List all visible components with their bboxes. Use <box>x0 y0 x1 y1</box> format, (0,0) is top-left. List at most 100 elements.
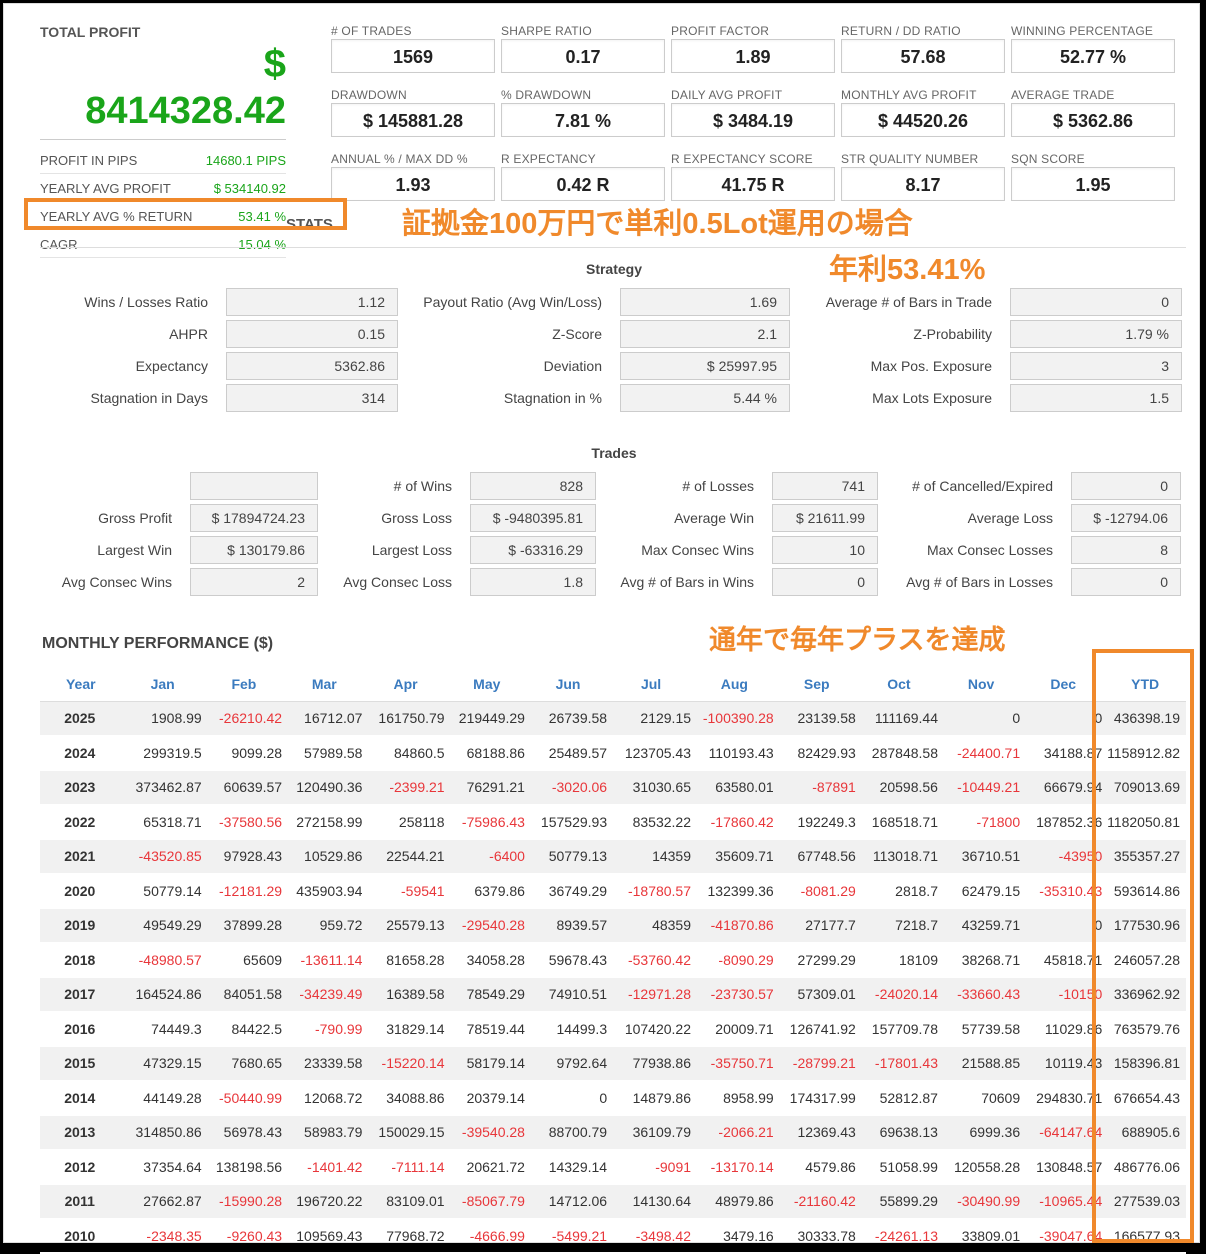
month-value-cell: 161750.79 <box>364 701 447 737</box>
month-value-cell: 38268.71 <box>939 942 1023 978</box>
month-value-cell: -35750.71 <box>693 1046 776 1082</box>
month-value-cell: 36749.29 <box>526 873 610 909</box>
trades-field-value: 0 <box>1071 568 1181 596</box>
year-cell: 2016 <box>40 1011 122 1047</box>
metric-value: $ 145881.28 <box>331 103 495 137</box>
total-profit-label: TOTAL PROFIT <box>40 24 141 40</box>
month-value-cell: 36109.79 <box>609 1115 694 1151</box>
month-value-cell: -71800 <box>939 804 1023 840</box>
month-value-cell: -17860.42 <box>693 804 776 840</box>
month-value-cell: 23339.58 <box>284 1046 365 1082</box>
month-value-cell: 22544.21 <box>364 839 447 875</box>
month-value-cell: 14130.64 <box>609 1184 694 1220</box>
month-value-cell: 174317.99 <box>775 1080 858 1116</box>
strategy-field-value: 0.15 <box>226 320 398 348</box>
month-value-cell: 60639.57 <box>203 770 285 806</box>
month-value-cell: 14499.3 <box>526 1011 610 1047</box>
month-value-cell: -33660.43 <box>939 977 1023 1013</box>
month-value-cell: 48979.86 <box>693 1184 776 1220</box>
profit-summary-value: 15.04 % <box>238 237 286 252</box>
month-value-cell: 272158.99 <box>284 804 365 840</box>
metric-value: 1.93 <box>331 167 495 201</box>
metric-card: R EXPECTANCY 0.42 R <box>501 152 665 201</box>
strategy-field-value: 3 <box>1010 352 1182 380</box>
strategy-field-value: 5362.86 <box>226 352 398 380</box>
strategy-title: Strategy <box>585 261 643 277</box>
month-value-cell: 50779.14 <box>121 873 204 909</box>
trades-field-value: 8 <box>1071 536 1181 564</box>
trades-field-value: 2 <box>190 568 318 596</box>
total-profit-value: 8414328.42 <box>85 90 286 132</box>
month-value-cell: 126741.92 <box>775 1011 858 1047</box>
metric-card: STR QUALITY NUMBER 8.17 <box>841 152 1005 201</box>
table-row: 2011 27662.87 -15990.28 196720.22 83109.01 -8… <box>40 1184 1186 1220</box>
metric-label: R EXPECTANCY SCORE <box>671 152 813 166</box>
month-value-cell: 20009.71 <box>693 1011 776 1047</box>
metric-value: 41.75 R <box>671 167 835 201</box>
month-value-cell: -53760.42 <box>609 942 694 978</box>
profit-summary-row: PROFIT IN PIPS 14680.1 PIPS <box>40 147 286 174</box>
annotation-margin-note: 証拠金100万円で単利0.5Lot運用の場合 <box>402 208 913 240</box>
trades-field-value: 10 <box>772 536 878 564</box>
metric-label: R EXPECTANCY <box>501 152 596 166</box>
trades-field-value: 741 <box>772 472 878 500</box>
strategy-field-value: 314 <box>226 384 398 412</box>
month-value-cell: 258118 <box>364 804 447 840</box>
month-value-cell: 36710.51 <box>939 839 1023 875</box>
month-value-cell: 27299.29 <box>775 942 858 978</box>
month-value-cell: 299319.5 <box>121 735 204 771</box>
column-header-year: Year <box>40 666 122 702</box>
month-value-cell: 44149.28 <box>121 1080 204 1116</box>
month-value-cell: -87891 <box>775 770 858 806</box>
month-value-cell: 12068.72 <box>284 1080 365 1116</box>
month-value-cell: -24261.13 <box>857 1218 940 1254</box>
column-header-aug: Aug <box>693 666 776 702</box>
annotation-annual-return: 年利53.41% <box>829 254 986 286</box>
table-row: 2025 1908.99 -26210.42 16712.07 161750.79 219… <box>40 701 1186 737</box>
month-value-cell: 57739.58 <box>939 1011 1023 1047</box>
month-value-cell: 314850.86 <box>121 1115 204 1151</box>
year-cell: 2025 <box>40 701 122 737</box>
profit-summary-value: 14680.1 PIPS <box>205 153 286 168</box>
strategy-field-value: 1.79 % <box>1010 320 1182 348</box>
month-value-cell: -8081.29 <box>775 873 858 909</box>
strategy-field-label: Payout Ratio (Avg Win/Loss) <box>423 294 602 310</box>
table-row: 2017 164524.86 84051.58 -34239.49 16389.58 78… <box>40 977 1186 1013</box>
month-value-cell: 68188.86 <box>446 735 527 771</box>
month-value-cell: -24400.71 <box>939 735 1023 771</box>
column-header-mar: Mar <box>284 666 365 702</box>
month-value-cell: -1401.42 <box>284 1149 365 1185</box>
divider <box>40 173 286 174</box>
month-value-cell: -15990.28 <box>203 1184 285 1220</box>
month-value-cell: 14879.86 <box>609 1080 694 1116</box>
year-cell: 2020 <box>40 873 122 909</box>
strategy-field-value: 5.44 % <box>620 384 790 412</box>
profit-summary-value: $ 534140.92 <box>213 181 286 196</box>
month-value-cell: 62479.15 <box>939 873 1023 909</box>
month-value-cell: -10449.21 <box>939 770 1023 806</box>
month-value-cell: 287848.58 <box>857 735 940 771</box>
month-value-cell: 20598.56 <box>857 770 940 806</box>
divider <box>40 139 286 140</box>
table-row: 2014 44149.28 -50440.99 12068.72 34088.86 203… <box>40 1080 1186 1116</box>
month-value-cell: 9099.28 <box>203 735 285 771</box>
month-value-cell: 74449.3 <box>121 1011 204 1047</box>
month-value-cell: 0 <box>526 1080 610 1116</box>
year-cell: 2012 <box>40 1149 122 1185</box>
metric-value: 0.17 <box>501 39 665 73</box>
month-value-cell: 88700.79 <box>526 1115 610 1151</box>
month-value-cell: -4666.99 <box>446 1218 527 1254</box>
metric-card: WINNING PERCENTAGE 52.77 % <box>1011 24 1175 73</box>
metric-label: # OF TRADES <box>331 24 412 38</box>
month-value-cell: 37899.28 <box>203 908 285 944</box>
strategy-field-label: Max Pos. Exposure <box>870 358 992 374</box>
month-value-cell: -39540.28 <box>446 1115 527 1151</box>
month-value-cell: 70609 <box>939 1080 1023 1116</box>
month-value-cell: 8939.57 <box>526 908 610 944</box>
trades-field-label: Gross Profit <box>98 510 172 526</box>
metric-card: % DRAWDOWN 7.81 % <box>501 88 665 137</box>
year-cell: 2014 <box>40 1080 122 1116</box>
month-value-cell: -6400 <box>446 839 527 875</box>
metric-card: SHARPE RATIO 0.17 <box>501 24 665 73</box>
month-value-cell: 10529.86 <box>284 839 365 875</box>
